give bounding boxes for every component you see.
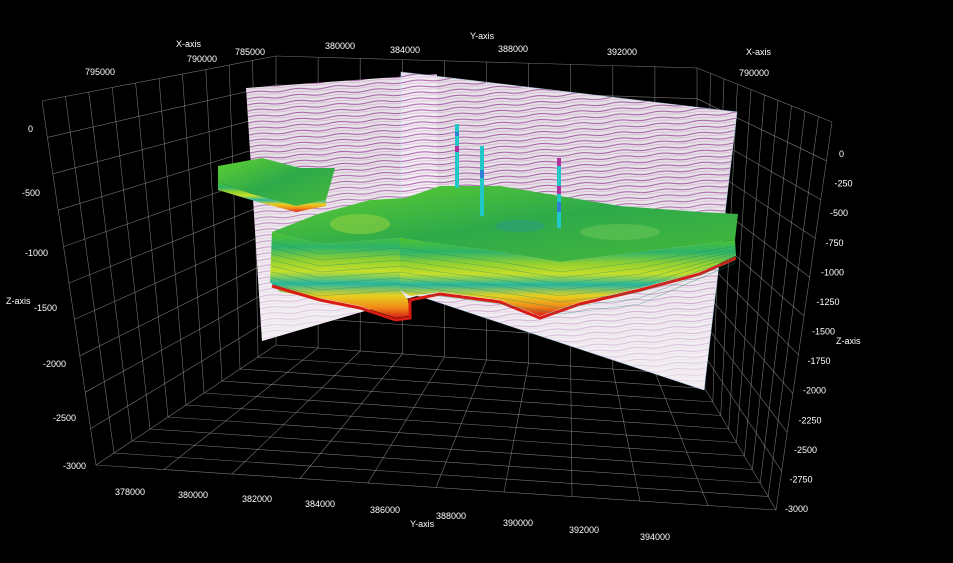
x-axis-title-top-right: X-axis: [746, 47, 772, 57]
y-axis-title-bottom: Y-axis: [410, 519, 435, 529]
x-axis-title-top-left: X-axis: [176, 39, 202, 49]
z-tick-right: -2000: [803, 386, 826, 396]
z-tick-right: -250: [835, 179, 853, 189]
y-axis-title-top: Y-axis: [470, 31, 495, 41]
z-tick-right: -1750: [808, 356, 831, 366]
x-tick-top-left: 790000: [187, 54, 217, 64]
y-tick-bottom: 394000: [640, 532, 670, 542]
z-tick-left: 0: [28, 124, 33, 134]
z-tick-left: -500: [22, 188, 40, 198]
z-tick-right: 0: [839, 149, 844, 159]
z-tick-left: -1500: [34, 303, 57, 313]
z-axis-title-left: Z-axis: [6, 296, 31, 306]
z-tick-right: -1250: [817, 297, 840, 307]
z-tick-right: -750: [826, 238, 844, 248]
z-tick-left: -2000: [43, 359, 66, 369]
y-tick-bottom: 392000: [569, 525, 599, 535]
3d-viewport[interactable]: Y-axis X-axis X-axis Z-axis Z-axis Y-axis 3800…: [0, 0, 953, 563]
z-tick-right: -500: [830, 208, 848, 218]
y-tick-bottom: 382000: [242, 494, 272, 504]
y-tick-bottom: 390000: [503, 518, 533, 528]
y-tick-top: 392000: [607, 47, 637, 57]
well-2[interactable]: [480, 146, 484, 216]
z-tick-left: -3000: [63, 461, 86, 471]
y-tick-bottom: 386000: [370, 505, 400, 515]
well-3[interactable]: [557, 158, 561, 228]
z-tick-left: -1000: [25, 248, 48, 258]
y-tick-top: 384000: [390, 45, 420, 55]
y-tick-bottom: 380000: [178, 490, 208, 500]
well-1[interactable]: [455, 124, 459, 188]
y-tick-top: 388000: [498, 44, 528, 54]
y-tick-top: 380000: [325, 41, 355, 51]
z-tick-right: -2250: [799, 415, 822, 425]
z-tick-right: -1500: [812, 327, 835, 337]
z-axis-title-right: Z-axis: [836, 336, 861, 346]
x-tick-top-left: 795000: [85, 67, 115, 77]
z-tick-right: -1000: [821, 267, 844, 277]
z-tick-right: -3000: [785, 504, 808, 514]
y-tick-bottom: 384000: [305, 499, 335, 509]
z-tick-right: -2500: [794, 445, 817, 455]
y-tick-bottom: 388000: [436, 511, 466, 521]
x-tick-top-right: 790000: [739, 68, 769, 78]
x-tick-top-left: 785000: [235, 47, 265, 57]
z-tick-left: -2500: [53, 413, 76, 423]
z-tick-right: -2750: [790, 474, 813, 484]
y-tick-bottom: 378000: [115, 487, 145, 497]
